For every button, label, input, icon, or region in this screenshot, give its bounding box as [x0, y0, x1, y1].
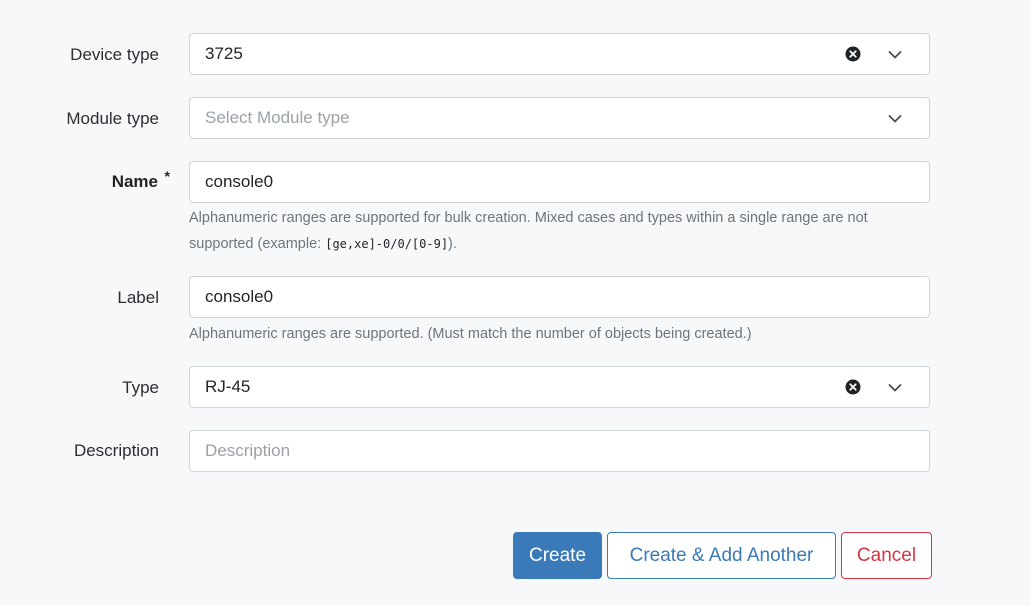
- name-help-text-end: ).: [448, 236, 457, 252]
- type-value: RJ-45: [205, 377, 251, 396]
- module-type-select[interactable]: Select Module type: [189, 97, 930, 139]
- name-label: Name: [111, 172, 158, 191]
- required-marker: *: [164, 168, 170, 184]
- device-type-value: 3725: [205, 44, 243, 63]
- description-placeholder: Description: [205, 441, 291, 460]
- name-input[interactable]: console0: [189, 161, 930, 203]
- chevron-down-icon[interactable]: [887, 380, 903, 396]
- module-bay-form: Device type 3725 Module type Select Modu…: [0, 0, 1031, 605]
- name-help-text-main: Alphanumeric ranges are supported for bu…: [189, 210, 868, 252]
- device-type-label: Device type: [70, 45, 159, 64]
- module-type-label: Module type: [66, 109, 159, 128]
- clear-icon[interactable]: [845, 379, 861, 395]
- chevron-down-icon[interactable]: [887, 47, 903, 63]
- type-label: Type: [122, 378, 159, 397]
- create-add-another-button[interactable]: Create & Add Another: [607, 532, 836, 579]
- chevron-down-icon[interactable]: [887, 111, 903, 127]
- name-help-example: [ge,xe]-0/0/[0-9]: [325, 237, 449, 251]
- name-value: console0: [205, 172, 274, 191]
- label-value: console0: [205, 287, 274, 306]
- description-input[interactable]: Description: [189, 430, 930, 472]
- label-field-label: Label: [117, 288, 159, 307]
- clear-icon[interactable]: [845, 46, 861, 62]
- create-button[interactable]: Create: [513, 532, 602, 579]
- description-label: Description: [73, 441, 159, 460]
- cancel-button[interactable]: Cancel: [841, 532, 932, 579]
- device-type-select[interactable]: 3725: [189, 33, 930, 75]
- name-help-text: Alphanumeric ranges are supported for bu…: [189, 205, 919, 257]
- type-select[interactable]: RJ-45: [189, 366, 930, 408]
- label-help-text: Alphanumeric ranges are supported. (Must…: [189, 326, 752, 342]
- label-input[interactable]: console0: [189, 276, 930, 318]
- module-type-placeholder: Select Module type: [205, 108, 350, 127]
